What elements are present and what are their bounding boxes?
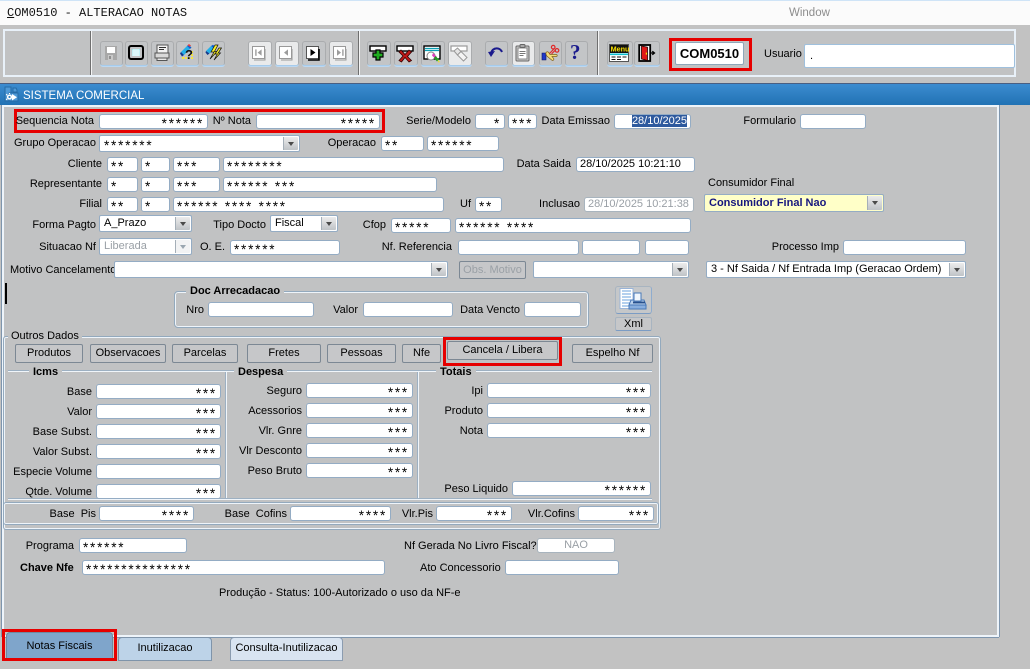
svg-text:Menu: Menu [611,45,629,54]
svg-text:?: ? [185,47,193,62]
